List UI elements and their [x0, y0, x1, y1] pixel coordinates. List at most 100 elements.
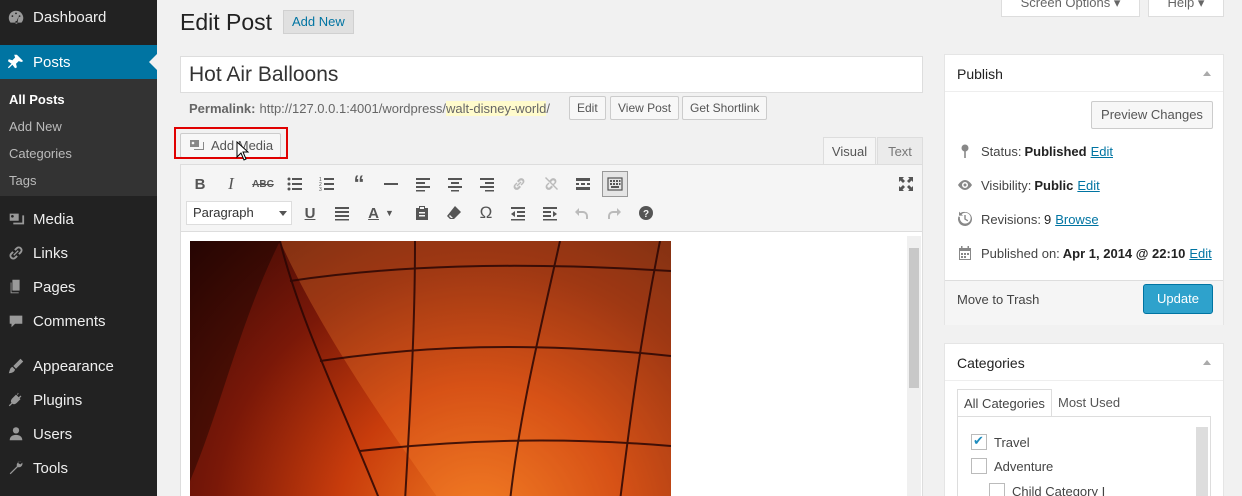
screen-options-tab[interactable]: Screen Options ▾	[1001, 0, 1140, 17]
bullet-list-icon[interactable]	[283, 172, 307, 196]
menu-label: Tools	[33, 459, 69, 477]
collapse-icon[interactable]	[1203, 71, 1211, 76]
submenu-all-posts[interactable]: All Posts	[9, 92, 65, 107]
published-on-row: Published on: Apr 1, 2014 @ 22:10 Edit	[957, 245, 1212, 261]
category-scrollbar[interactable]	[1196, 427, 1208, 496]
category-list: Travel Adventure Child Category I	[957, 416, 1211, 496]
outdent-icon[interactable]	[506, 201, 530, 225]
toolbar-toggle-icon[interactable]	[602, 171, 628, 197]
undo-icon[interactable]	[570, 201, 594, 225]
special-character-icon[interactable]: Ω	[474, 201, 498, 225]
menu-tools[interactable]: Tools	[0, 451, 157, 485]
bold-icon[interactable]: B	[188, 172, 212, 196]
fullscreen-icon[interactable]	[894, 172, 918, 196]
horizontal-line-icon[interactable]	[379, 172, 403, 196]
preview-changes-button[interactable]: Preview Changes	[1091, 101, 1213, 129]
eye-icon	[958, 180, 972, 190]
category-item-adventure[interactable]: Adventure	[971, 458, 1053, 474]
browse-revisions-link[interactable]: Browse	[1055, 212, 1098, 227]
menu-posts[interactable]: Posts	[0, 45, 157, 79]
tab-text[interactable]: Text	[877, 137, 923, 164]
menu-label: Media	[33, 210, 74, 228]
align-right-icon[interactable]	[475, 172, 499, 196]
edit-permalink-button[interactable]: Edit	[569, 96, 606, 120]
add-new-button[interactable]: Add New	[283, 10, 354, 34]
unlink-icon[interactable]	[539, 172, 563, 196]
collapse-icon[interactable]	[1203, 360, 1211, 365]
admin-sidebar: Dashboard Posts All Posts Add New Catego…	[0, 0, 157, 496]
submenu-categories[interactable]: Categories	[9, 146, 72, 161]
help-icon[interactable]: ?	[634, 201, 658, 225]
category-label: Child Category I	[1012, 483, 1106, 496]
redo-icon[interactable]	[602, 201, 626, 225]
menu-links[interactable]: Links	[0, 236, 157, 270]
clear-formatting-icon[interactable]	[442, 201, 466, 225]
format-select[interactable]: Paragraph	[186, 201, 292, 225]
get-shortlink-button[interactable]: Get Shortlink	[682, 96, 768, 120]
publish-panel: Publish Preview Changes Status: Publishe…	[944, 54, 1224, 325]
category-item-child-category[interactable]: Child Category I	[989, 483, 1105, 496]
permalink-label: Permalink:	[189, 101, 256, 116]
menu-users[interactable]: Users	[0, 417, 157, 451]
format-select-value: Paragraph	[193, 205, 254, 220]
edit-status-link[interactable]: Edit	[1091, 144, 1113, 159]
category-item-travel[interactable]: Travel	[971, 433, 1030, 450]
menu-label: Pages	[33, 278, 76, 296]
blockquote-icon[interactable]: “	[347, 171, 371, 196]
post-title-input[interactable]	[180, 56, 923, 93]
view-post-button[interactable]: View Post	[610, 96, 680, 120]
permalink-slug[interactable]: walt-disney-world	[445, 101, 547, 116]
menu-label: Links	[33, 244, 69, 262]
read-more-icon[interactable]	[571, 172, 595, 196]
justify-icon[interactable]	[330, 201, 354, 225]
strikethrough-icon[interactable]: ABC	[251, 172, 275, 196]
tab-all-categories[interactable]: All Categories	[957, 389, 1052, 416]
svg-text:?: ?	[643, 209, 649, 220]
category-checkbox[interactable]	[971, 433, 987, 450]
editor-content[interactable]	[180, 232, 923, 496]
edit-visibility-link[interactable]: Edit	[1077, 178, 1099, 193]
tab-most-used[interactable]: Most Used	[1052, 389, 1126, 416]
page-icon	[6, 277, 26, 297]
screen-options-label: Screen Options	[1020, 0, 1111, 10]
permalink-trail: /	[546, 101, 550, 116]
menu-pages[interactable]: Pages	[0, 270, 157, 304]
underline-icon[interactable]: U	[298, 201, 322, 225]
text-color-icon[interactable]: A ▼	[362, 201, 400, 225]
numbered-list-icon[interactable]: 123	[315, 172, 339, 196]
help-tab[interactable]: Help ▾	[1148, 0, 1224, 17]
menu-comments[interactable]: Comments	[0, 304, 157, 338]
italic-icon[interactable]: I	[219, 172, 243, 196]
category-label: Travel	[994, 434, 1030, 450]
tab-visual[interactable]: Visual	[823, 137, 876, 164]
menu-dashboard[interactable]: Dashboard	[0, 0, 157, 34]
menu-appearance[interactable]: Appearance	[0, 349, 157, 383]
scroll-thumb[interactable]	[909, 248, 919, 388]
update-button[interactable]: Update	[1143, 284, 1213, 314]
submenu-tags[interactable]: Tags	[9, 173, 36, 188]
category-label: Adventure	[994, 458, 1054, 474]
balloon-image[interactable]	[190, 241, 671, 496]
categories-title: Categories	[957, 355, 1025, 371]
indent-icon[interactable]	[538, 201, 562, 225]
align-center-icon[interactable]	[443, 172, 467, 196]
move-to-trash-link[interactable]: Move to Trash	[957, 292, 1039, 307]
svg-text:3: 3	[319, 187, 322, 192]
menu-label: Comments	[33, 312, 106, 330]
editor-scrollbar[interactable]	[907, 236, 921, 496]
submenu-add-new[interactable]: Add New	[9, 119, 62, 134]
category-checkbox[interactable]	[971, 458, 987, 474]
highlight-box	[174, 127, 288, 159]
align-left-icon[interactable]	[411, 172, 435, 196]
menu-media[interactable]: Media	[0, 202, 157, 236]
paintbrush-icon	[6, 356, 26, 376]
insert-link-icon[interactable]	[507, 172, 531, 196]
pin-icon	[6, 52, 26, 72]
category-checkbox[interactable]	[989, 483, 1005, 496]
menu-label: Plugins	[33, 391, 83, 409]
menu-plugins[interactable]: Plugins	[0, 383, 157, 417]
paste-text-icon[interactable]	[410, 201, 434, 225]
plug-icon	[6, 390, 26, 410]
comment-icon	[6, 311, 26, 331]
edit-date-link[interactable]: Edit	[1189, 246, 1211, 261]
